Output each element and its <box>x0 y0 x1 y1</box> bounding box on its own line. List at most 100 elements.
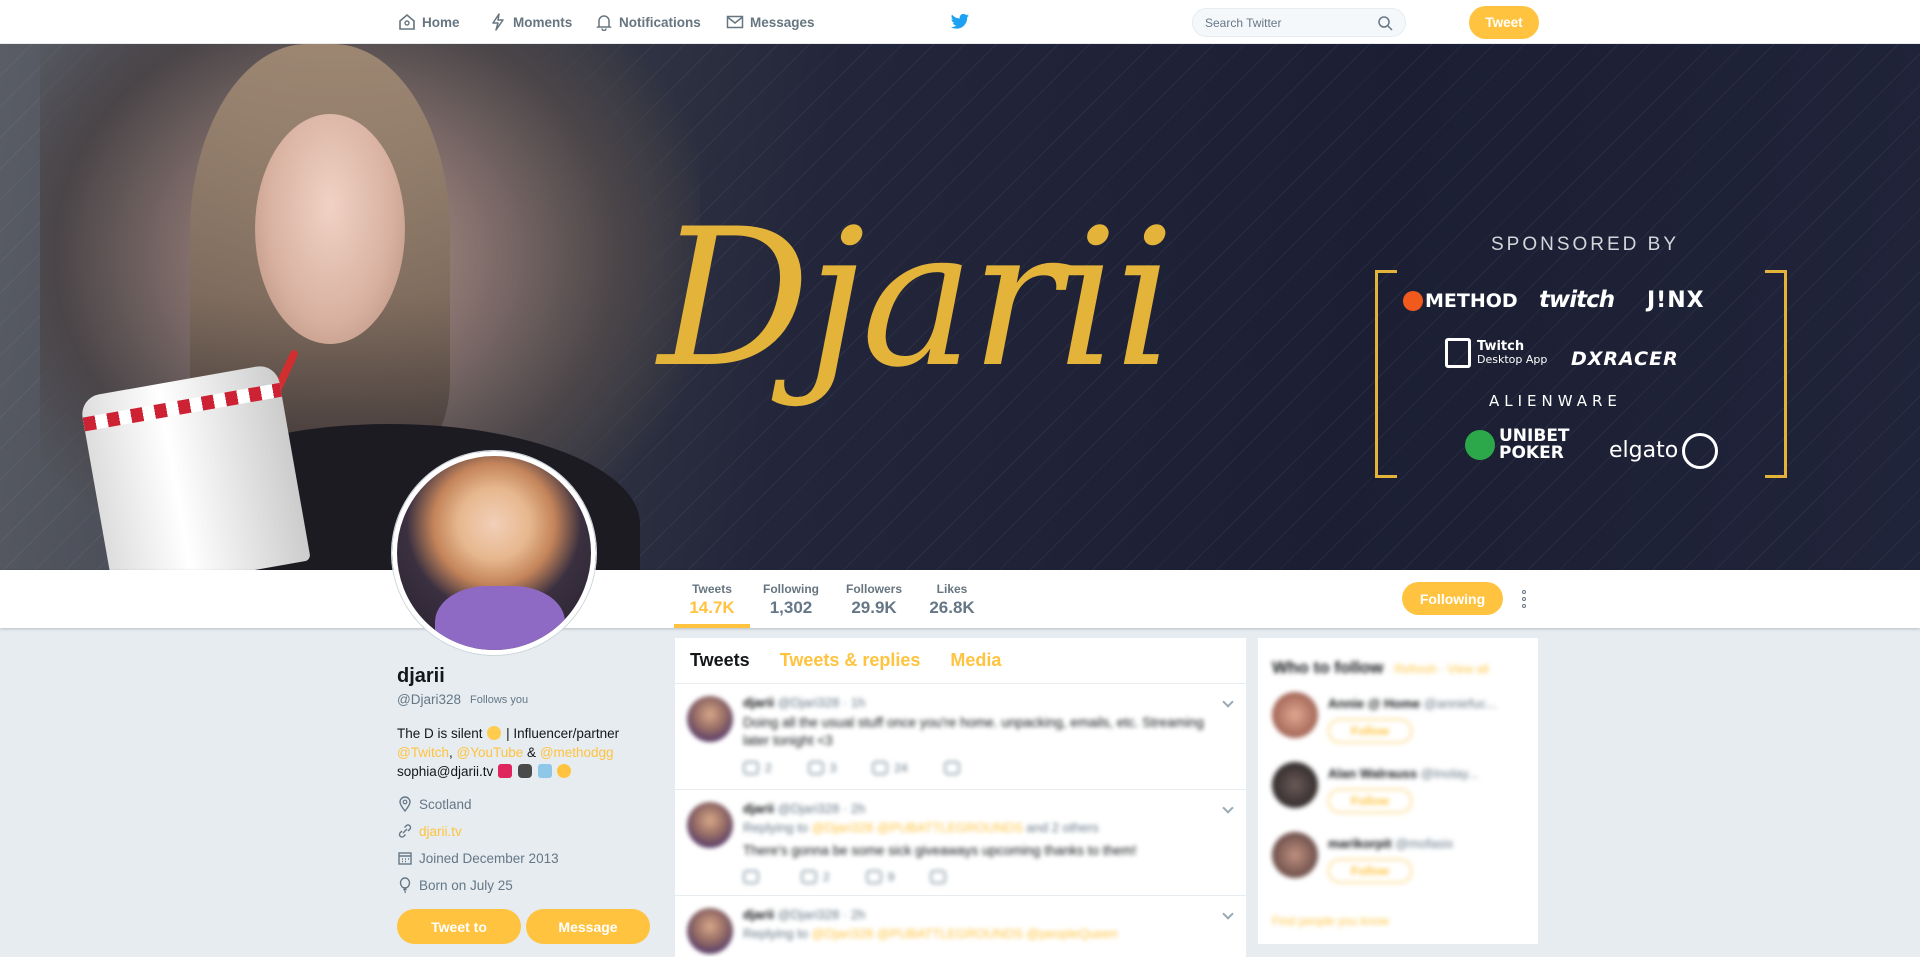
retweet-action[interactable]: 2 <box>801 870 830 884</box>
follow-button[interactable]: Follow <box>1328 789 1412 813</box>
tweet-button[interactable]: Tweet <box>1469 6 1539 39</box>
banner-photo-cup <box>79 363 311 570</box>
tweet-item[interactable]: djarii @Djari328 · 2h Replying to @Djari… <box>675 790 1246 896</box>
like-action[interactable]: 9 <box>865 870 894 884</box>
stat-followers-value: 29.9K <box>851 598 897 617</box>
follow-button[interactable]: Follow <box>1328 719 1412 743</box>
who-to-follow-title: Who to follow · Refresh · View all <box>1272 658 1489 677</box>
banner-logo: Djarii <box>658 188 1175 409</box>
find-people-link[interactable]: Find people you know <box>1272 914 1389 928</box>
dm-action[interactable] <box>930 870 947 884</box>
who-to-follow-panel: Who to follow · Refresh · View all Annie … <box>1258 638 1538 944</box>
profile-location: Scotland <box>397 796 472 812</box>
tweet-header: djarii @Djari328 · 1h <box>743 695 866 710</box>
retweet-action[interactable]: 3 <box>807 761 836 775</box>
tab-tweets[interactable]: Tweets <box>690 650 750 671</box>
stat-following-label: Following <box>763 582 819 596</box>
unibet-clover-icon <box>1465 430 1495 460</box>
chevron-down-icon[interactable] <box>1222 908 1234 920</box>
reply-icon <box>743 761 759 775</box>
avatar[interactable] <box>1272 762 1318 808</box>
nav-moments[interactable]: Moments <box>489 0 572 44</box>
bell-icon <box>596 15 612 31</box>
twitch-app-logo-icon <box>1445 338 1471 368</box>
envelope-icon <box>726 15 744 29</box>
airplane-emoji-icon <box>537 764 552 778</box>
stat-tweets-label: Tweets <box>692 582 732 596</box>
following-button[interactable]: Following <box>1402 582 1503 615</box>
sponsored-by-heading: SPONSORED BY <box>1490 234 1680 255</box>
tweet-to-button[interactable]: Tweet to <box>397 909 521 944</box>
search-icon[interactable] <box>1377 15 1393 31</box>
suggested-user[interactable]: Alan Walrauss @Inolay... Follow <box>1272 762 1532 822</box>
search-input[interactable]: Search Twitter <box>1192 8 1406 37</box>
home-icon <box>399 13 415 30</box>
stat-followers-label: Followers <box>845 582 902 596</box>
profile-name[interactable]: djarii <box>397 665 445 688</box>
tweet-text: Doing all the usual stuff once you're ho… <box>743 715 1204 748</box>
method-logo-icon <box>1403 291 1423 311</box>
suggested-user[interactable]: marikorpit @mofasix Follow <box>1272 832 1532 892</box>
avatar[interactable] <box>1272 692 1318 738</box>
sponsor-unibet-poker: UNIBET POKER <box>1465 428 1570 462</box>
tweet-avatar[interactable] <box>687 908 733 954</box>
bio-link-twitch[interactable]: @Twitch <box>397 745 449 760</box>
tweet-item[interactable]: djarii @Djari328 · 1h Doing all the usua… <box>675 684 1246 790</box>
stat-likes[interactable]: Likes 26.8K <box>924 570 980 628</box>
sponsor-alienware: ALIENWARE <box>1489 392 1622 410</box>
bio-link-method[interactable]: @methodgg <box>540 745 614 760</box>
heart-icon <box>865 870 882 884</box>
profile-avatar[interactable] <box>392 451 596 655</box>
profile-nav: Tweets 14.7K Following 1,302 Followers 2… <box>0 570 1920 628</box>
elgato-logo-icon <box>1682 433 1719 469</box>
bio-link-youtube[interactable]: @YouTube <box>457 745 524 760</box>
sponsor-method: METHOD <box>1403 290 1518 312</box>
nav-messages[interactable]: Messages <box>726 0 815 44</box>
nav-messages-label: Messages <box>750 14 815 30</box>
follows-you-badge: Follows you <box>470 694 529 706</box>
follow-button[interactable]: Follow <box>1328 859 1412 883</box>
reply-action[interactable] <box>743 870 765 884</box>
more-options-icon[interactable] <box>1516 588 1532 610</box>
tab-tweets-replies[interactable]: Tweets & replies <box>780 650 921 671</box>
tweet-text: There's gonna be some sick giveaways upc… <box>743 843 1137 858</box>
suggested-user[interactable]: Annie @ Home @anniefuc... Follow <box>1272 692 1532 752</box>
avatar[interactable] <box>1272 832 1318 878</box>
tweet-actions: 2 9 <box>743 870 947 884</box>
tweet-item[interactable]: djarii @Djari328 · 2h Replying to @Djari… <box>675 896 1246 957</box>
bio-text-2: | Influencer/partner <box>506 726 620 741</box>
suggested-user-name: Alan Walrauss @Inolay... <box>1328 766 1479 781</box>
sponsor-dxracer: DXRACER <box>1571 348 1679 370</box>
tab-media[interactable]: Media <box>950 650 1001 671</box>
dm-action[interactable] <box>943 761 960 775</box>
profile-url[interactable]: djarii.tv <box>397 823 462 839</box>
sponsor-elgato: elgato <box>1609 433 1719 469</box>
profile-handle[interactable]: @Djari328 <box>397 692 461 707</box>
yellow-heart-emoji-icon <box>557 764 572 778</box>
chevron-down-icon[interactable] <box>1222 696 1234 708</box>
tweet-reply-context: Replying to @Djari328 @PUBATTLEGROUNDS a… <box>743 820 1099 835</box>
stat-followers[interactable]: Followers 29.9K <box>843 570 905 628</box>
envelope-icon <box>943 761 960 775</box>
nav-notifications[interactable]: Notifications <box>595 0 701 44</box>
timeline: Tweets Tweets & replies Media djarii @Dj… <box>675 638 1246 957</box>
sponsor-bracket-right <box>1765 270 1787 478</box>
twitter-bird-icon[interactable] <box>950 12 970 32</box>
nav-home[interactable]: Home <box>398 0 460 44</box>
stat-following[interactable]: Following 1,302 <box>760 570 822 628</box>
chevron-down-icon[interactable] <box>1222 802 1234 814</box>
retweet-icon <box>807 761 824 775</box>
who-to-follow-refresh[interactable]: · Refresh · View all <box>1387 662 1488 676</box>
bio-email: sophia@djarii.tv <box>397 764 494 779</box>
sponsor-jinx: J!NX <box>1647 288 1705 313</box>
lightning-icon <box>492 13 504 31</box>
reply-action[interactable]: 2 <box>743 761 772 775</box>
lipstick-emoji-icon <box>498 764 513 778</box>
tweet-avatar[interactable] <box>687 802 733 848</box>
stat-tweets[interactable]: Tweets 14.7K <box>674 570 750 628</box>
profile-banner: Djarii SPONSORED BY METHOD twitch J!NX T… <box>0 44 1920 570</box>
reply-icon <box>743 870 759 884</box>
tweet-avatar[interactable] <box>687 696 733 742</box>
like-action[interactable]: 24 <box>872 761 908 775</box>
message-button[interactable]: Message <box>526 909 650 944</box>
